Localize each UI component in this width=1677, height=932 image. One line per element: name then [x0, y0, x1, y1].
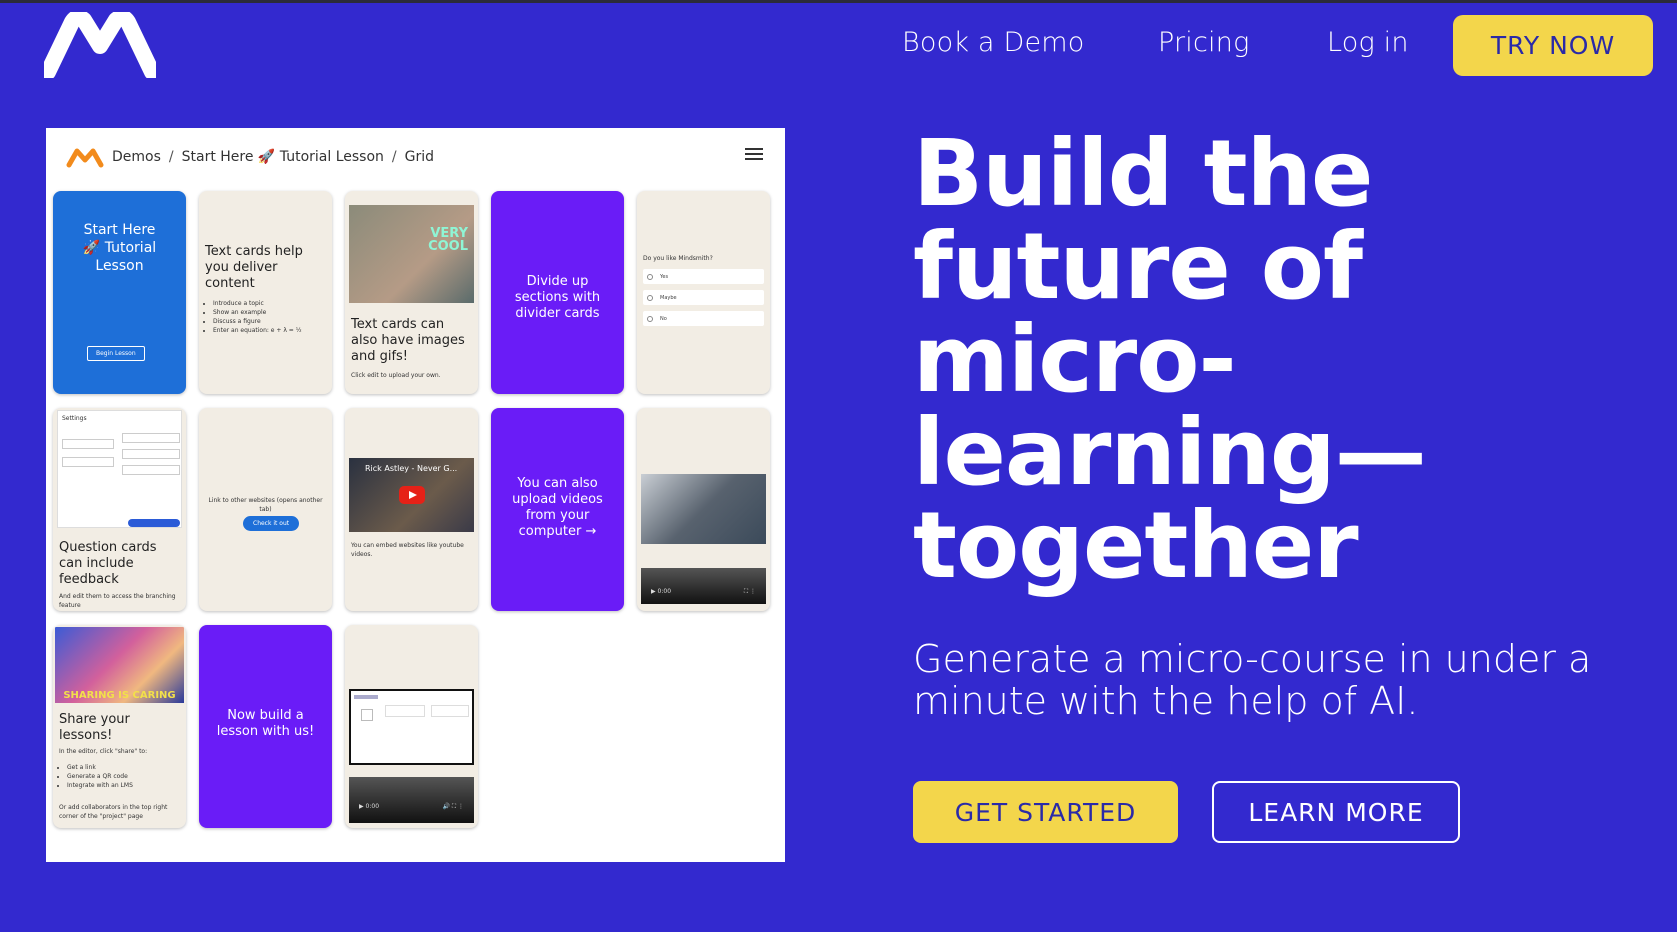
play-icon[interactable]: ▶ 0:00	[651, 588, 671, 596]
card-title: Question cards can include feedback	[59, 540, 157, 587]
hero-title-line: learning—	[913, 399, 1427, 506]
volume-icon[interactable]: 🔊 ⛶ ⋮	[443, 803, 465, 811]
card-question[interactable]: Do you like Mindsmith? Yes Maybe No	[637, 191, 770, 394]
breadcrumb-demos[interactable]: Demos	[112, 149, 161, 165]
card-text-content[interactable]: Text cards help you deliver content Intr…	[199, 191, 332, 394]
breadcrumb-separator: /	[391, 149, 397, 165]
card-embed-video[interactable]: Rick Astley - Never G... You can embed w…	[345, 408, 478, 611]
radio-option[interactable]: Yes	[643, 269, 764, 284]
list-item: Discuss a figure	[213, 317, 328, 326]
list-item: Integrate with an LMS	[67, 781, 180, 790]
question-prompt: Do you like Mindsmith?	[643, 255, 713, 262]
card-title: Share your lessons!	[59, 712, 130, 743]
card-divider[interactable]: Divide up sections with divider cards	[491, 191, 624, 394]
card-note: And edit them to access the branching fe…	[59, 593, 176, 609]
hamburger-icon[interactable]	[745, 148, 763, 162]
list-item: Show an example	[213, 308, 328, 317]
nav-book-demo[interactable]: Book a Demo	[902, 27, 1085, 58]
vr-video-thumbnail	[641, 474, 766, 544]
fullscreen-icon[interactable]: ⛶ ⋮	[744, 588, 756, 596]
hero-title-line: together	[913, 492, 1359, 599]
begin-lesson-button[interactable]: Begin Lesson	[87, 346, 145, 361]
list-item: Generate a QR code	[67, 772, 180, 781]
card-note: Or add collaborators in the top right co…	[59, 804, 168, 820]
card-build-lesson[interactable]: Now build a lesson with us!	[199, 625, 332, 828]
list-item: Get a link	[67, 763, 180, 772]
nav-login[interactable]: Log in	[1327, 27, 1409, 58]
settings-screenshot: Settings	[57, 410, 182, 528]
card-note: Click edit to upload your own.	[351, 372, 441, 379]
screen-recording-thumbnail	[349, 689, 474, 765]
video-controls[interactable]: ▶ 0:00 🔊 ⛶ ⋮	[359, 803, 464, 811]
hero-title: Build the future of micro- learning— tog…	[913, 127, 1613, 592]
hero-subtitle: Generate a micro-course in under a minut…	[913, 637, 1592, 723]
hero-title-line: Build the	[913, 120, 1373, 227]
card-title: Divide up sections with divider cards	[514, 274, 601, 321]
hero-title-line: future of	[913, 213, 1363, 320]
card-title: Start Here 🚀 Tutorial Lesson	[82, 222, 157, 274]
card-note: You can embed websites like youtube vide…	[351, 542, 464, 558]
list-item: Introduce a topic	[213, 299, 328, 308]
card-upload-video[interactable]: You can also upload videos from your com…	[491, 408, 624, 611]
settings-label: Settings	[62, 415, 87, 422]
gif-caption: VERY COOL	[428, 226, 468, 254]
learn-more-button[interactable]: LEARN MORE	[1212, 781, 1460, 843]
breadcrumb-grid[interactable]: Grid	[405, 149, 434, 165]
share-gif: SHARING IS CARING	[55, 627, 184, 703]
card-title: You can also upload videos from your com…	[512, 476, 603, 539]
card-note: In the editor, click "share" to:	[59, 748, 148, 755]
card-bullets: Get a link Generate a QR code Integrate …	[67, 763, 180, 790]
try-now-button[interactable]: TRY NOW	[1453, 15, 1653, 76]
play-icon[interactable]: ▶ 0:00	[359, 803, 379, 811]
card-start-lesson[interactable]: Start Here 🚀 Tutorial Lesson Begin Lesso…	[53, 191, 186, 394]
card-question-feedback[interactable]: Settings Question cards can include feed…	[53, 408, 186, 611]
card-vr-video[interactable]: ▶ 0:00 ⛶ ⋮	[637, 408, 770, 611]
breadcrumb: Demos / Start Here 🚀 Tutorial Lesson / G…	[112, 149, 434, 165]
card-title: Text cards can also have images and gifs…	[351, 317, 465, 364]
video-controls[interactable]: ▶ 0:00 ⛶ ⋮	[651, 588, 756, 596]
video-player[interactable]: ▶ 0:00 🔊 ⛶ ⋮	[349, 777, 474, 823]
app-preview-screenshot: Demos / Start Here 🚀 Tutorial Lesson / G…	[46, 128, 785, 862]
preview-header: Demos / Start Here 🚀 Tutorial Lesson / G…	[66, 142, 766, 172]
gif-image: VERY COOL	[349, 205, 474, 303]
preview-logo-icon	[66, 148, 104, 168]
card-title: Text cards help you deliver content	[205, 244, 303, 291]
video-title: Rick Astley - Never G...	[365, 464, 458, 473]
get-started-button[interactable]: GET STARTED	[913, 781, 1178, 843]
card-title: Now build a lesson with us!	[216, 708, 315, 739]
card-images-gifs[interactable]: VERY COOL Text cards can also have image…	[345, 191, 478, 394]
radio-option[interactable]: Maybe	[643, 290, 764, 305]
card-screen-video[interactable]: ▶ 0:00 🔊 ⛶ ⋮	[345, 625, 478, 828]
list-item: Enter an equation: e + λ = ½	[213, 326, 328, 335]
mindsmith-logo[interactable]	[44, 12, 156, 78]
check-it-out-button[interactable]: Check it out	[243, 516, 300, 531]
radio-option[interactable]: No	[643, 311, 764, 326]
gif-caption: SHARING IS CARING	[63, 690, 176, 701]
breadcrumb-separator: /	[168, 149, 174, 165]
youtube-embed[interactable]: Rick Astley - Never G...	[349, 458, 474, 532]
hero-title-line: micro-	[913, 306, 1237, 413]
card-bullets: Introduce a topic Show an example Discus…	[213, 299, 328, 335]
breadcrumb-lesson[interactable]: Start Here 🚀 Tutorial Lesson	[182, 149, 384, 165]
nav-pricing[interactable]: Pricing	[1158, 27, 1249, 58]
video-player[interactable]: ▶ 0:00 ⛶ ⋮	[641, 568, 766, 604]
card-title: Link to other websites (opens another ta…	[208, 497, 323, 513]
youtube-play-icon[interactable]	[399, 486, 425, 504]
card-link[interactable]: Link to other websites (opens another ta…	[199, 408, 332, 611]
top-border	[0, 0, 1677, 3]
card-share[interactable]: SHARING IS CARING Share your lessons! In…	[53, 625, 186, 828]
